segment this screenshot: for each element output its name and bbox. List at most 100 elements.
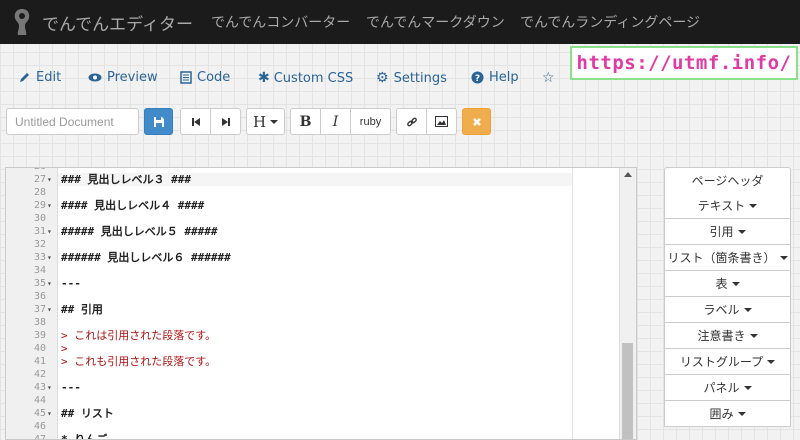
fold-toggle-icon[interactable]: ▾ [47,407,52,420]
document-title-input[interactable] [6,108,139,135]
line-number: 45 [33,408,46,419]
code-line[interactable]: 28 [6,186,626,199]
gear-icon: ⚙ [376,70,389,86]
line-text: ##### 見出しレベル５ ##### [61,225,218,238]
code-line[interactable]: 34 [6,264,626,277]
nav-link-markdown[interactable]: でんでんマークダウン [366,12,505,32]
code-line[interactable]: 33 ▾ ###### 見出しレベル６ ###### [6,251,626,264]
code-line[interactable]: 31 ▾ ##### 見出しレベル５ ##### [6,225,626,238]
code-line[interactable]: 43 ▾ --- [6,381,626,394]
editor-scrollbar[interactable] [619,168,636,439]
line-number: 32 [33,239,46,250]
clear-button[interactable] [462,108,491,135]
brand[interactable]: でんでんエディター [10,7,193,37]
tab-favorite[interactable]: ☆ [542,70,555,86]
code-line[interactable]: 29 ▾ #### 見出しレベル４ #### [6,199,626,212]
code-line[interactable]: 38 [6,316,626,329]
snippet-button-label: 表 [715,277,728,291]
star-icon: ☆ [542,70,555,86]
heading-dropdown[interactable]: H [246,108,285,135]
chevron-down-icon [737,411,746,416]
code-line[interactable]: 47 * りんご [6,433,626,439]
save-button[interactable] [144,108,173,135]
italic-button[interactable]: I [320,108,351,135]
code-line[interactable]: 41 > これも引用された段落です。 [6,355,626,368]
code-line[interactable]: 27 ▾ ### 見出しレベル３ ### [6,173,626,186]
fold-toggle-icon[interactable]: ▾ [47,225,52,238]
nav-link-converter[interactable]: でんでんコンバーター [211,12,350,32]
chevron-down-icon [779,255,788,260]
snippet-button[interactable]: ラベル [664,297,791,323]
fold-toggle-icon[interactable]: ▾ [47,199,52,212]
fold-toggle-icon[interactable]: ▾ [47,251,52,264]
code-line[interactable]: 37 ▾ ## 引用 [6,303,626,316]
tab-edit-label: Edit [36,70,62,85]
scroll-thumb[interactable] [622,343,633,439]
link-button[interactable] [396,108,427,135]
line-number: 37 [33,304,46,315]
markdown-editor[interactable]: 2627▾### 見出しレベル３ ###2829▾#### 見出しレベル４ ##… [5,167,637,440]
line-number: 39 [33,330,46,341]
scroll-up-icon[interactable] [624,172,632,177]
image-icon [435,116,448,127]
line-number: 27 [33,174,46,185]
fold-toggle-icon[interactable]: ▾ [47,277,52,290]
code-line[interactable]: 45 ▾ ## リスト [6,407,626,420]
fold-toggle-icon[interactable]: ▾ [47,381,52,394]
line-number: 43 [33,382,46,393]
code-line[interactable]: 39 > これは引用された段落です。 [6,329,626,342]
tab-custom-css[interactable]: ✱ Custom CSS [258,70,353,86]
chevron-down-icon [737,229,746,234]
fold-toggle-icon[interactable]: ▾ [47,173,52,186]
close-icon [472,117,481,126]
heading-label: H [252,112,267,131]
line-number: 35 [33,278,46,289]
tab-preview[interactable]: Preview [88,70,158,85]
nav-link-landing-page[interactable]: でんでんランディングページ [520,12,700,32]
brand-title: でんでんエディター [42,14,193,35]
line-text: --- [61,381,81,394]
code-line[interactable]: 46 [6,420,626,433]
tab-edit[interactable]: Edit [18,70,61,85]
save-icon [153,116,164,127]
last-button[interactable] [210,108,241,135]
snippet-button[interactable]: リストグループ [664,349,791,375]
line-number: 42 [33,369,46,380]
code-line[interactable]: 42 [6,368,626,381]
line-number: 36 [33,291,46,302]
snippet-button[interactable]: テキスト [664,193,791,219]
tab-settings[interactable]: ⚙ Settings [376,70,447,86]
line-text: > これも引用された段落です。 [61,355,217,368]
code-line[interactable]: 35 ▾ --- [6,277,626,290]
ruby-button[interactable]: ruby [350,108,391,135]
italic-label: I [332,113,339,130]
tab-help[interactable]: ? Help [471,70,519,85]
fold-toggle-icon[interactable]: ▾ [47,303,52,316]
code-line[interactable]: 30 [6,212,626,225]
line-number: 46 [33,421,46,432]
chevron-down-icon [743,307,752,312]
code-line[interactable]: 40 > [6,342,626,355]
snippet-button[interactable]: 注意書き [664,323,791,349]
snippet-button[interactable]: 引用 [664,219,791,245]
first-button[interactable] [180,108,211,135]
code-line[interactable]: 44 [6,394,626,407]
snippet-button[interactable]: パネル [664,375,791,401]
chevron-down-icon [767,359,776,364]
code-line[interactable]: 32 [6,238,626,251]
code-icon [180,71,192,84]
snippet-button[interactable]: リスト（箇条書き） [664,245,791,271]
tab-preview-label: Preview [107,70,158,85]
image-button[interactable] [426,108,457,135]
logo-icon [14,9,30,35]
snippet-button[interactable]: 表 [664,271,791,297]
line-number: 28 [33,187,46,198]
line-text: > これは引用された段落です。 [61,329,217,342]
snippet-button-label: リスト（箇条書き） [667,251,776,265]
snippet-button[interactable]: 囲み [664,401,791,427]
snippet-button[interactable]: ページヘッダ [664,167,791,194]
line-number: 31 [33,226,46,237]
bold-button[interactable]: B [290,108,321,135]
tab-code[interactable]: Code [180,70,230,85]
code-line[interactable]: 36 [6,290,626,303]
